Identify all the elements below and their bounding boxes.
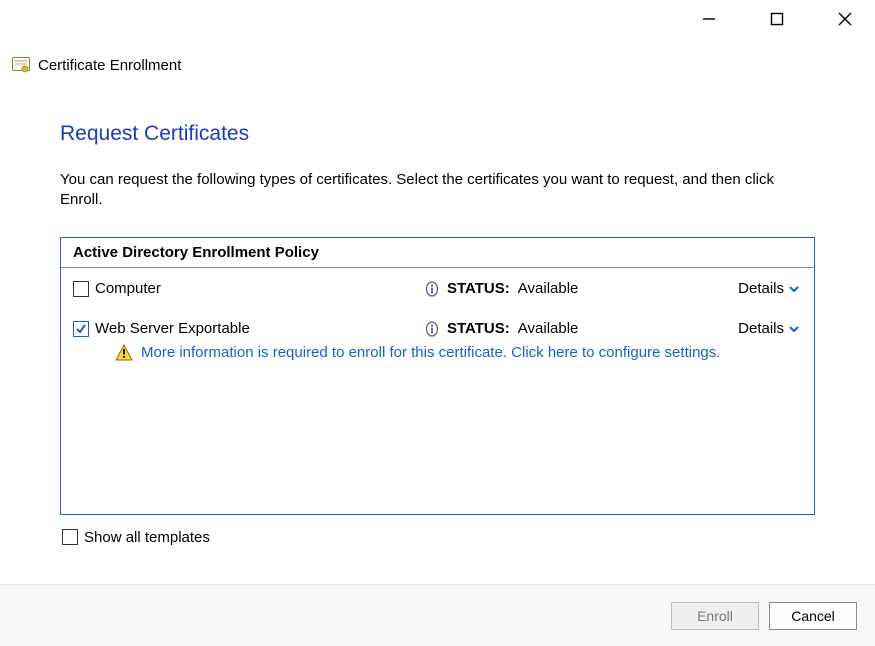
titlebar <box>0 0 875 38</box>
window-header: Certificate Enrollment <box>0 38 875 74</box>
cert-warning-row: More information is required to enroll f… <box>61 344 814 368</box>
info-icon <box>423 320 441 338</box>
show-all-templates-row: Show all templates <box>60 515 815 546</box>
details-label: Details <box>738 320 784 337</box>
window-title: Certificate Enrollment <box>38 57 181 74</box>
cancel-button[interactable]: Cancel <box>769 602 857 630</box>
info-icon <box>423 280 441 298</box>
policy-box: Active Directory Enrollment Policy Compu… <box>60 237 815 515</box>
details-label: Details <box>738 280 784 297</box>
certificate-icon <box>12 56 30 74</box>
cert-checkbox-web-server-exportable[interactable] <box>73 321 89 337</box>
warning-icon <box>115 344 133 362</box>
policy-header: Active Directory Enrollment Policy <box>61 238 814 268</box>
chevron-down-icon <box>788 283 800 295</box>
show-all-templates-label: Show all templates <box>84 529 210 546</box>
details-toggle-web-server-exportable[interactable]: Details <box>738 320 800 337</box>
minimize-button[interactable] <box>687 4 731 34</box>
status-label: STATUS: <box>447 280 510 297</box>
configure-settings-link[interactable]: More information is required to enroll f… <box>141 344 720 361</box>
close-button[interactable] <box>823 4 867 34</box>
cert-name: Web Server Exportable <box>95 320 250 337</box>
enroll-button-label: Enroll <box>697 608 733 624</box>
page-instructions: You can request the following types of c… <box>60 170 815 211</box>
status-label: STATUS: <box>447 320 510 337</box>
cert-list: Computer STATUS: Available <box>61 268 814 368</box>
maximize-button[interactable] <box>755 4 799 34</box>
footer: Enroll Cancel <box>0 584 875 646</box>
cert-row-computer: Computer STATUS: Available <box>61 274 814 304</box>
cert-checkbox-computer[interactable] <box>73 281 89 297</box>
enroll-button[interactable]: Enroll <box>671 602 759 630</box>
show-all-templates-checkbox[interactable] <box>62 529 78 545</box>
status-value: Available <box>518 320 579 337</box>
status-value: Available <box>518 280 579 297</box>
minimize-icon <box>702 12 716 26</box>
chevron-down-icon <box>788 323 800 335</box>
page-heading: Request Certificates <box>60 122 815 146</box>
cancel-button-label: Cancel <box>791 608 835 624</box>
cert-row-web-server-exportable: Web Server Exportable STATUS: Available <box>61 314 814 344</box>
close-icon <box>838 12 852 26</box>
details-toggle-computer[interactable]: Details <box>738 280 800 297</box>
maximize-icon <box>770 12 784 26</box>
cert-name: Computer <box>95 280 161 297</box>
